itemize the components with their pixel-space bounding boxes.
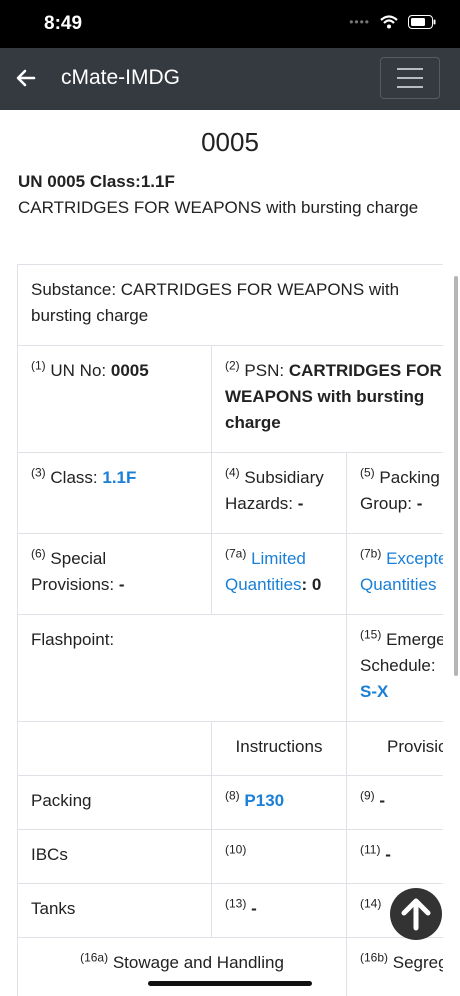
page-title: 0005	[201, 127, 259, 157]
tanks-prov-ref: (14)	[360, 896, 382, 911]
packing-instr-ref: (8)	[225, 788, 240, 803]
psn-ref: (2)	[225, 358, 240, 373]
subsidiary-hazards-cell: (4) Subsidiary Hazards: -	[211, 452, 347, 534]
un-no-label: UN No:	[50, 361, 111, 380]
provisions-header: Provisions	[346, 721, 443, 776]
ibcs-instr-ref: (10)	[225, 842, 247, 857]
un-class-line: UN 0005 Class:1.1F	[18, 172, 175, 191]
ems-ref: (15)	[360, 627, 382, 642]
packing-prov-value: -	[379, 791, 386, 810]
provisions-header-label: Provisions	[387, 737, 443, 756]
status-time: 8:49	[44, 13, 83, 34]
special-ref: (6)	[31, 546, 46, 561]
arrow-left-icon[interactable]	[14, 66, 38, 90]
stowage-ref: (16a)	[80, 950, 109, 965]
special-label-2: Provisions:	[31, 575, 119, 594]
ibcs-prov-ref: (11)	[360, 842, 381, 857]
limited-quantities-link[interactable]: Limited	[251, 549, 306, 568]
row-label-packing: Packing	[31, 791, 92, 810]
row-label-ibcs: IBCs	[31, 845, 68, 864]
un-no-cell: (1) UN No: 0005	[17, 345, 212, 453]
menu-toggle-button[interactable]	[380, 57, 440, 99]
subsidiary-label: Subsidiary Hazards:	[225, 468, 324, 513]
home-indicator	[148, 981, 312, 986]
substance-text: Substance: CARTRIDGES FOR WEAPONS with b…	[31, 280, 400, 325]
header-empty-cell	[17, 721, 212, 776]
hamburger-icon	[397, 68, 423, 70]
packing-group-value: -	[416, 494, 423, 513]
class-label: Class:	[50, 468, 103, 487]
limited-ref: (7a)	[225, 546, 247, 561]
packing-prov-ref: (9)	[360, 788, 375, 803]
table-row-label: Tanks	[17, 883, 212, 938]
tanks-instr-value: -	[251, 899, 257, 918]
excepted-quantities-link[interactable]: Excepted	[386, 549, 443, 568]
stowage-handling-cell: (16a) Stowage and Handling	[17, 937, 347, 996]
table-row-label: IBCs	[17, 829, 212, 884]
scrollbar-thumb[interactable]	[454, 276, 458, 676]
class-ref: (3)	[31, 465, 46, 480]
instructions-header-label: Instructions	[235, 737, 323, 756]
packing-group-label: Packing	[379, 468, 440, 487]
stowage-label: Stowage and Handling	[112, 953, 284, 972]
signal-dots-icon: ••••	[349, 15, 370, 29]
arrow-up-icon	[401, 898, 431, 931]
segregation-ref: (16b)	[360, 950, 389, 965]
psn-label: PSN:	[244, 361, 289, 380]
excepted-quantities-cell: (7b) Excepted Quantities	[346, 533, 443, 615]
table-row-provisions: (11) -	[346, 829, 443, 884]
status-bar: 8:49 ••••	[0, 0, 460, 48]
un-no-value: 0005	[110, 361, 149, 380]
packing-group-ref: (5)	[360, 465, 375, 480]
table-row-label: Packing	[17, 775, 212, 830]
hamburger-icon-line	[397, 77, 423, 79]
special-provisions-cell: (6) Special Provisions: -	[17, 533, 212, 615]
table-row-instructions: (8) P130	[211, 775, 347, 830]
segregation-label: Segregation	[392, 953, 443, 972]
flashpoint-label: Flashpoint:	[31, 630, 115, 649]
tanks-instr-ref: (13)	[225, 896, 247, 911]
app-title: cMate-IMDG	[61, 66, 181, 89]
class-cell: (3) Class: 1.1F	[17, 452, 212, 534]
table-row-instructions: (13) -	[211, 883, 347, 938]
status-icons: ••••	[349, 15, 436, 29]
limited-value: : 0	[301, 575, 322, 594]
psn-cell: (2) PSN: CARTRIDGES FOR WEAPONS with bur…	[211, 345, 443, 453]
segregation-cell: (16b) Segregation	[346, 937, 443, 996]
hamburger-icon-line	[397, 86, 423, 88]
special-label: Special	[50, 549, 107, 568]
row-label-tanks: Tanks	[31, 899, 76, 918]
dangerous-goods-table: Substance: CARTRIDGES FOR WEAPONS with b…	[17, 264, 443, 996]
ibcs-prov-value: -	[385, 845, 391, 864]
ems-cell: (15) Emergency Schedule: S-X	[346, 614, 443, 722]
instructions-header: Instructions	[211, 721, 347, 776]
excepted-quantities-link-2[interactable]: Quantities	[360, 575, 437, 594]
subsidiary-ref: (4)	[225, 465, 240, 480]
special-value: -	[118, 575, 125, 594]
nav-bar: cMate-IMDG	[0, 48, 460, 110]
packing-instruction-link[interactable]: P130	[244, 791, 284, 810]
packing-group-cell: (5) Packing Group: -	[346, 452, 443, 534]
subsidiary-value: -	[297, 494, 304, 513]
un-no-ref: (1)	[31, 358, 46, 373]
limited-quantities-cell: (7a) Limited Quantities: 0	[211, 533, 347, 615]
ems-link[interactable]: S-X	[360, 682, 388, 701]
wifi-icon	[380, 15, 398, 29]
table-row-provisions: (9) -	[346, 775, 443, 830]
substance-cell: Substance: CARTRIDGES FOR WEAPONS with b…	[17, 264, 443, 346]
scroll-to-top-button[interactable]	[390, 888, 442, 940]
ems-label-2: Schedule:	[360, 656, 436, 675]
class-link[interactable]: 1.1F	[102, 468, 136, 487]
excepted-ref: (7b)	[360, 546, 382, 561]
packing-group-label-2: Group:	[360, 494, 417, 513]
flashpoint-cell: Flashpoint:	[17, 614, 347, 722]
limited-quantities-link-2[interactable]: Quantities	[225, 575, 302, 594]
ems-label: Emergency	[386, 630, 443, 649]
table-row-instructions: (10)	[211, 829, 347, 884]
battery-icon	[408, 15, 436, 29]
substance-description: CARTRIDGES FOR WEAPONS with bursting cha…	[18, 198, 419, 217]
